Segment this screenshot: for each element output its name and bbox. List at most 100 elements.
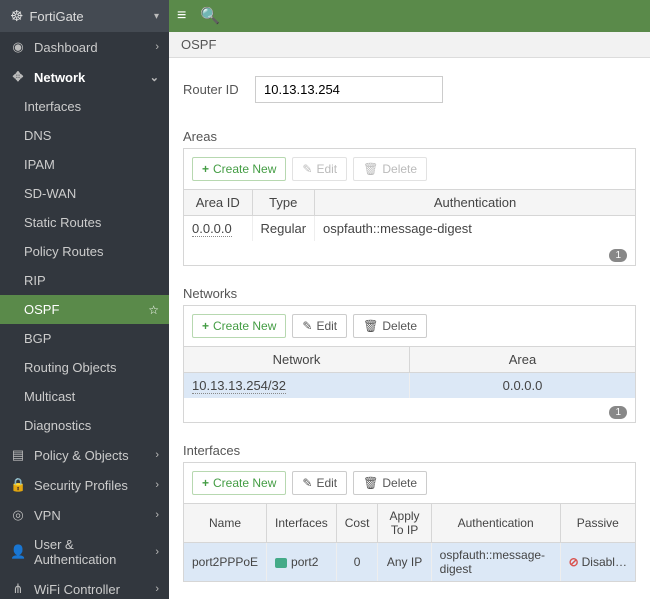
sidebar-item-user-auth[interactable]: 👤 User & Authentication› [0,530,169,574]
sidebar-item-wifi[interactable]: ⋔WiFi Controller› [0,574,169,599]
sidebar-item-label: Network [34,70,85,85]
page-title: OSPF [169,32,650,58]
col-iface[interactable]: Interfaces [267,504,337,543]
router-id-input[interactable] [255,76,443,103]
sidebar-item-label: RIP [24,273,46,288]
areas-panel: +Create New ✎Edit 🗑Delete Area ID Type A… [183,148,636,266]
sidebar-item-policy-routes[interactable]: Policy Routes [0,237,169,266]
chevron-right-icon: › [155,479,159,491]
sidebar-item-dns[interactable]: DNS [0,121,169,150]
networks-panel: +Create New ✎Edit 🗑Delete Network Area 1… [183,305,636,423]
sidebar-item-label: Policy Routes [24,244,103,259]
cell-iface: port2 [291,555,318,569]
cell-passive: Disabl… [582,555,627,569]
sidebar-item-label: DNS [24,128,51,143]
col-type[interactable]: Type [252,190,315,216]
sidebar-item-label: BGP [24,331,51,346]
sidebar-item-static-routes[interactable]: Static Routes [0,208,169,237]
sidebar-item-vpn[interactable]: ◎VPN› [0,500,169,530]
sidebar-item-label: OSPF [24,302,59,317]
disable-icon: ⊘ [569,555,579,569]
search-icon[interactable]: 🔍 [200,6,220,26]
sidebar-item-security-profiles[interactable]: 🔒Security Profiles› [0,470,169,500]
interfaces-panel: +Create New ✎Edit 🗑Delete Name Interface… [183,462,636,582]
sidebar-item-label: IPAM [24,157,55,172]
table-row[interactable]: 0.0.0.0 Regular ospfauth::message-digest [184,216,635,242]
table-row[interactable]: port2PPPoE port2 0 Any IP ospfauth::mess… [184,543,635,582]
pencil-icon: ✎ [302,162,312,176]
sidebar-item-ospf[interactable]: OSPF ☆ [0,295,169,324]
sidebar-item-multicast[interactable]: Multicast [0,382,169,411]
user-icon: 👤 [10,544,26,560]
chevron-down-icon: ⌄ [150,71,159,84]
plus-icon: + [202,319,209,333]
sidebar-item-label: Multicast [24,389,75,404]
wifi-icon: ⋔ [10,581,26,597]
col-auth[interactable]: Authentication [315,190,635,216]
trash-icon: 🗑 [363,162,378,176]
sidebar-item-routing-objects[interactable]: Routing Objects [0,353,169,382]
col-passive[interactable]: Passive [560,504,635,543]
policy-icon: ▤ [10,447,26,463]
interfaces-edit-button[interactable]: ✎Edit [292,471,347,495]
fortigate-icon: ☸ [10,7,23,25]
sidebar-item-label: Diagnostics [24,418,91,433]
sidebar-item-label: Interfaces [24,99,81,114]
brand[interactable]: ☸ FortiGate ▾ [0,0,169,32]
sidebar-item-policy-objects[interactable]: ▤Policy & Objects› [0,440,169,470]
lock-icon: 🔒 [10,477,26,493]
sidebar-item-label: Dashboard [34,40,98,55]
interfaces-create-button[interactable]: +Create New [192,471,286,495]
areas-create-button[interactable]: +Create New [192,157,286,181]
pencil-icon: ✎ [302,319,312,333]
networks-edit-button[interactable]: ✎Edit [292,314,347,338]
sidebar-item-network[interactable]: ✥ Network ⌄ [0,62,169,92]
sidebar-item-bgp[interactable]: BGP [0,324,169,353]
brand-caret-icon: ▾ [154,11,159,22]
network-icon: ✥ [10,69,26,85]
areas-count: 1 [609,249,627,262]
plus-icon: + [202,476,209,490]
col-cost[interactable]: Cost [336,504,378,543]
sidebar-item-dashboard[interactable]: ◉ Dashboard › [0,32,169,62]
col-network[interactable]: Network [184,347,410,373]
pencil-icon: ✎ [302,476,312,490]
vpn-icon: ◎ [10,507,26,523]
areas-delete-button[interactable]: 🗑Delete [353,157,427,181]
networks-create-button[interactable]: +Create New [192,314,286,338]
cell-auth: ospfauth::message-digest [315,216,635,242]
cell-area-id: 0.0.0.0 [192,221,232,237]
brand-label: FortiGate [29,9,83,24]
sidebar-item-label: User & Authentication [34,537,155,567]
cell-type: Regular [252,216,315,242]
cell-area: 0.0.0.0 [410,373,636,399]
networks-label: Networks [183,286,650,301]
sidebar-item-ipam[interactable]: IPAM [0,150,169,179]
sidebar-item-label: WiFi Controller [34,582,120,597]
menu-icon[interactable]: ≡ [177,7,186,25]
areas-edit-button[interactable]: ✎Edit [292,157,347,181]
cell-name: port2PPPoE [184,543,267,582]
chevron-right-icon: › [155,546,159,558]
col-apply[interactable]: Apply To IP [378,504,431,543]
networks-delete-button[interactable]: 🗑Delete [353,314,427,338]
col-area-id[interactable]: Area ID [184,190,252,216]
port-icon [275,558,287,568]
interfaces-delete-button[interactable]: 🗑Delete [353,471,427,495]
table-row[interactable]: 10.13.13.254/32 0.0.0.0 [184,373,635,399]
sidebar-item-sdwan[interactable]: SD-WAN [0,179,169,208]
areas-label: Areas [183,129,650,144]
cell-network: 10.13.13.254/32 [192,378,286,394]
sidebar-item-interfaces[interactable]: Interfaces [0,92,169,121]
col-name[interactable]: Name [184,504,267,543]
sidebar-item-diagnostics[interactable]: Diagnostics [0,411,169,440]
cell-auth: ospfauth::message-digest [431,543,560,582]
sidebar: ◉ Dashboard › ✥ Network ⌄ Interfaces DNS… [0,32,169,599]
sidebar-item-label: Routing Objects [24,360,117,375]
star-icon: ☆ [148,303,159,317]
cell-apply: Any IP [378,543,431,582]
sidebar-item-label: Policy & Objects [34,448,129,463]
sidebar-item-rip[interactable]: RIP [0,266,169,295]
col-auth[interactable]: Authentication [431,504,560,543]
col-area[interactable]: Area [410,347,636,373]
